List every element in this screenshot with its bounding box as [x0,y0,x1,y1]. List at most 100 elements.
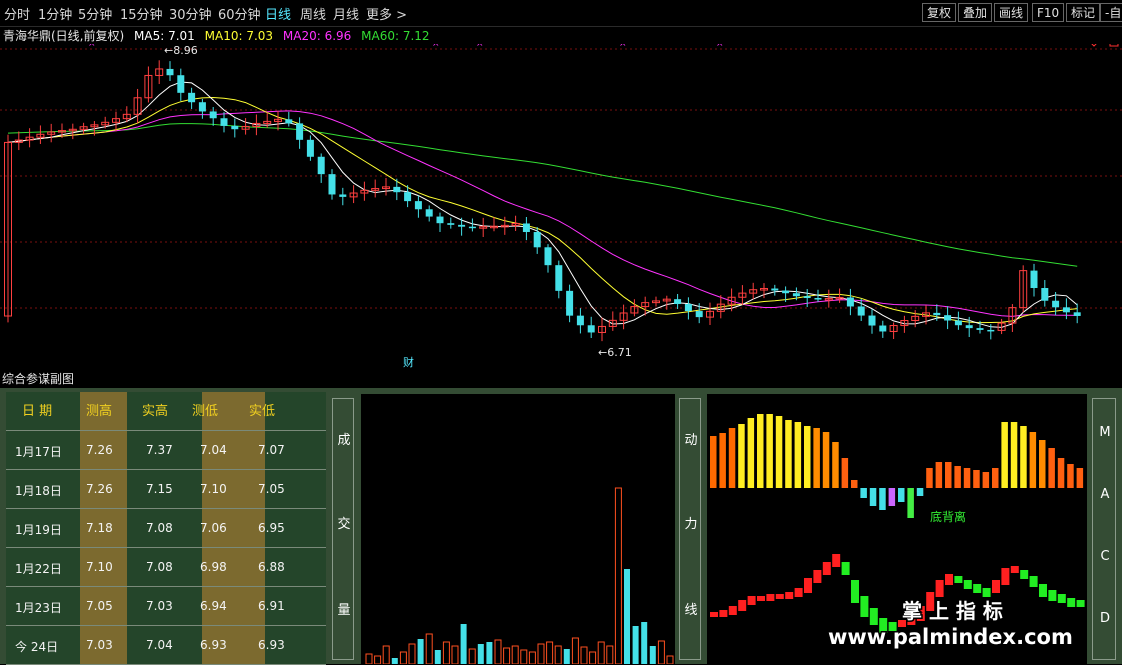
ma60-label: MA60: 7.12 [361,29,430,43]
ma60-path [7,123,1078,267]
restore-rights-button[interactable]: 复权 [922,3,957,22]
period-more-menu[interactable]: 更多 > [366,4,407,23]
volume-chart[interactable] [361,394,675,664]
momentum-bar [982,472,990,488]
volume-label-char: 量 [337,603,351,618]
period-tab-30min[interactable]: 30分钟 [169,4,212,23]
volume-bar-up [554,645,562,664]
main-chart-legend: 青海华鼎(日线,前复权) MA5: 7.01 MA10: 7.03 MA20: … [3,27,436,44]
stock-name: 青海华鼎(日线,前复权) [3,29,125,43]
candle-body-down [782,290,790,294]
volume-bar-up [503,647,511,664]
volume-bar-up [442,641,450,664]
candle-body-down [533,232,541,248]
candle-body-down [965,325,973,329]
macd-block [804,578,812,593]
period-tab-monthly[interactable]: 月线 [333,4,359,23]
candle-body-down [1030,270,1038,289]
volume-bar-up [494,639,502,664]
momentum-bar [1010,422,1018,488]
candle-body-down [198,102,206,112]
table-cell-value: 6.98 [200,560,227,574]
volume-bars [365,487,674,664]
period-tab-5min[interactable]: 5分钟 [78,4,112,23]
candle-body-down [166,68,174,76]
momentum-bar [898,488,905,502]
row-divider [6,508,326,509]
candle-body-down [177,75,185,93]
table-cell-value: 7.26 [86,482,113,496]
period-tab-fenshi[interactable]: 分时 [4,4,30,23]
candlestick-chart[interactable]: × × × × × ←8.96 ←6.71 财 [0,44,1122,370]
header-est-low: 测低 [192,404,219,419]
momentum-bar [973,470,980,488]
overlay-button[interactable]: 叠加 [958,3,993,22]
macd-block [747,596,756,605]
sub-chart-title: 综合参谋副图 [2,372,75,386]
row-divider [6,547,326,548]
volume-bar-up [408,643,416,664]
momentum-bar [1048,448,1055,488]
volume-bar-down [391,658,398,664]
table-cell-value: 6.91 [258,599,285,613]
momentum-bar [719,433,726,488]
auto-button[interactable]: -自 [1100,3,1122,22]
draw-line-button[interactable]: 画线 [994,3,1029,22]
table-cell-value: 7.04 [146,638,173,652]
period-tab-1min[interactable]: 1分钟 [38,4,72,23]
volume-bar-down [460,624,467,664]
mark-button[interactable]: 标记 [1066,3,1101,22]
candle-body-down [792,293,800,297]
volume-label-char: 交 [337,517,351,532]
volume-bar-up [589,651,597,664]
momentum-bar [888,488,896,506]
momentum-bar [775,416,783,488]
volume-bar-up [451,645,459,664]
macd-block [1001,568,1010,585]
momentum-label-char: 线 [684,603,698,618]
volume-bar-up [511,645,519,664]
candle-body-down [1041,288,1049,301]
table-cell-date: 1月17日 [15,445,62,459]
period-tab-daily[interactable]: 日线 [265,4,291,23]
table-cell-value: 7.04 [200,443,227,457]
candle-body-down [1062,307,1070,313]
financial-marker[interactable]: 财 [403,355,414,369]
macd-label-char: M [1099,425,1111,440]
momentum-bar [710,436,717,488]
table-cell-value: 7.10 [200,482,227,496]
signal-mark: × [476,44,484,49]
period-tab-weekly[interactable]: 周线 [300,4,326,23]
volume-bar-down [417,639,424,664]
volume-bar-up [580,646,588,664]
candle-body-down [339,194,347,197]
momentum-bar [860,488,867,498]
momentum-label-box[interactable]: 动 力 线 [679,398,701,660]
f10-button[interactable]: F10 [1032,3,1065,22]
ma20-line [7,110,1078,317]
period-tab-15min[interactable]: 15分钟 [120,4,163,23]
macd-block [728,606,737,615]
momentum-bar [794,422,802,488]
volume-bar-up [365,653,373,664]
candle-body-down [522,223,530,233]
macd-block [1029,576,1038,587]
volume-bar-up [399,651,407,664]
volume-bar-up [382,645,390,664]
table-cell-date: 1月22日 [15,562,62,576]
signal-mark: × [432,44,440,49]
divergence-annotation: 底背离 [930,509,966,524]
diamond-icon[interactable] [1090,44,1098,47]
candle-body-down [458,224,466,227]
square-icon[interactable] [1109,44,1119,47]
volume-label-box[interactable]: 成 交 量 [332,398,354,660]
candle-body-down [576,315,584,326]
momentum-bar [1057,458,1065,488]
period-tab-60min[interactable]: 60分钟 [218,4,261,23]
candle-body-down [814,298,822,300]
volume-bar-up [666,655,674,664]
row-divider [6,430,326,431]
table-cell-value: 6.93 [200,638,227,652]
momentum-bar [992,468,999,488]
macd-block [719,610,728,617]
